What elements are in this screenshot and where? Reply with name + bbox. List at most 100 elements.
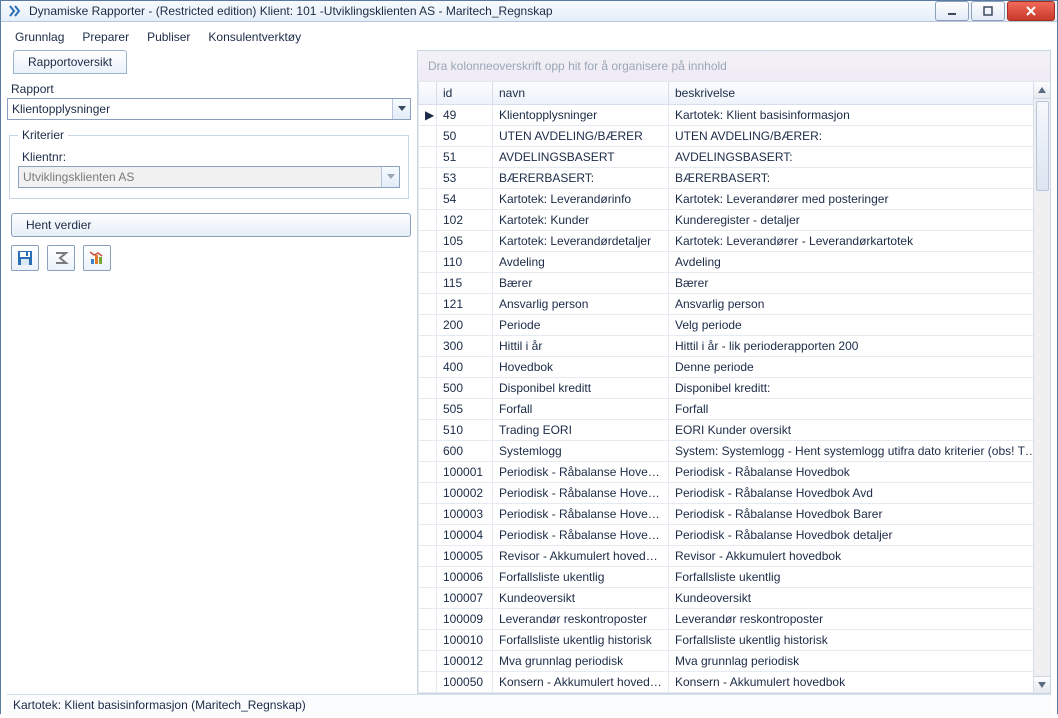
table-row[interactable]: 100006Forfallsliste ukentligForfallslist… — [419, 566, 1050, 587]
table-row[interactable]: 100050Konsern - Akkumulert hovedbokKonse… — [419, 671, 1050, 692]
save-icon[interactable] — [11, 245, 39, 271]
scroll-thumb[interactable] — [1036, 101, 1049, 191]
cell-navn: Konsern - Akkumulert hovedbok — [493, 671, 669, 692]
col-beskrivelse[interactable]: beskrivelse — [669, 82, 1050, 104]
table-row[interactable]: 100007KundeoversiktKundeoversikt — [419, 587, 1050, 608]
cell-id: 200 — [437, 314, 493, 335]
rapport-input[interactable] — [8, 99, 392, 119]
row-marker — [419, 251, 437, 272]
row-marker — [419, 419, 437, 440]
close-button[interactable] — [1007, 1, 1055, 21]
menu-publiser[interactable]: Publiser — [147, 30, 190, 44]
cell-navn: AVDELINGSBASERT — [493, 146, 669, 167]
table-row[interactable]: 500Disponibel kredittDisponibel kreditt: — [419, 377, 1050, 398]
row-marker — [419, 587, 437, 608]
table-row[interactable]: 400HovedbokDenne periode — [419, 356, 1050, 377]
icon-toolbar — [11, 245, 411, 271]
cell-navn: Systemlogg — [493, 440, 669, 461]
sum-icon[interactable] — [47, 245, 75, 271]
status-text: Kartotek: Klient basisinformasjon (Marit… — [13, 698, 306, 712]
table-row[interactable]: 510Trading EORIEORI Kunder oversikt — [419, 419, 1050, 440]
scroll-up-icon[interactable] — [1034, 82, 1050, 99]
col-id[interactable]: id — [437, 82, 493, 104]
table-row[interactable]: 100002Periodisk - Råbalanse Hovedbok ...… — [419, 482, 1050, 503]
hent-verdier-button[interactable]: Hent verdier — [11, 213, 411, 237]
row-marker — [419, 566, 437, 587]
cell-beskrivelse: Hittil i år - lik perioderapporten 200 — [669, 335, 1050, 356]
group-by-hint[interactable]: Dra kolonneoverskrift opp hit for å orga… — [418, 51, 1050, 82]
cell-beskrivelse: Denne periode — [669, 356, 1050, 377]
cell-id: 105 — [437, 230, 493, 251]
cell-beskrivelse: Forfall — [669, 398, 1050, 419]
table-row[interactable]: 100005Revisor - Akkumulert hovedbokRevis… — [419, 545, 1050, 566]
rapport-combobox[interactable] — [7, 98, 411, 120]
table-row[interactable]: 105Kartotek: LeverandørdetaljerKartotek:… — [419, 230, 1050, 251]
menu-grunnlag[interactable]: Grunnlag — [15, 30, 64, 44]
table-row[interactable]: 121Ansvarlig personAnsvarlig person — [419, 293, 1050, 314]
row-marker — [419, 377, 437, 398]
cell-id: 400 — [437, 356, 493, 377]
menu-preparer[interactable]: Preparer — [82, 30, 129, 44]
table-row[interactable]: 100003Periodisk - Råbalanse Hovedbok B..… — [419, 503, 1050, 524]
row-marker — [419, 671, 437, 692]
cell-navn: Avdeling — [493, 251, 669, 272]
row-marker — [419, 209, 437, 230]
cell-navn: Disponibel kreditt — [493, 377, 669, 398]
table-row[interactable]: ▶49KlientopplysningerKartotek: Klient ba… — [419, 104, 1050, 125]
menu-konsulentverktoy[interactable]: Konsulentverktøy — [208, 30, 301, 44]
table-row[interactable]: 300Hittil i årHittil i år - lik perioder… — [419, 335, 1050, 356]
cell-beskrivelse: Kartotek: Leverandører - Leverandørkarto… — [669, 230, 1050, 251]
app-window: Dynamiske Rapporter - (Restricted editio… — [0, 0, 1058, 714]
statusbar: Kartotek: Klient basisinformasjon (Marit… — [7, 694, 1051, 716]
chart-icon[interactable] — [83, 245, 111, 271]
col-navn[interactable]: navn — [493, 82, 669, 104]
cell-id: 121 — [437, 293, 493, 314]
table-row[interactable]: 110AvdelingAvdeling — [419, 251, 1050, 272]
table-row[interactable]: 100001Periodisk - Råbalanse HovedbokPeri… — [419, 461, 1050, 482]
titlebar[interactable]: Dynamiske Rapporter - (Restricted editio… — [1, 1, 1057, 22]
left-panel: Rapportoversikt Rapport Kriterier Klient… — [7, 50, 411, 694]
cell-beskrivelse: AVDELINGSBASERT: — [669, 146, 1050, 167]
cell-id: 100002 — [437, 482, 493, 503]
cell-navn: Revisor - Akkumulert hovedbok — [493, 545, 669, 566]
table-row[interactable]: 50UTEN AVDELING/BÆRERUTEN AVDELING/BÆRER… — [419, 125, 1050, 146]
table-row[interactable]: 51AVDELINGSBASERTAVDELINGSBASERT: — [419, 146, 1050, 167]
cell-id: 100009 — [437, 608, 493, 629]
cell-beskrivelse: Periodisk - Råbalanse Hovedbok — [669, 461, 1050, 482]
table-row[interactable]: 100012Mva grunnlag periodiskMva grunnlag… — [419, 650, 1050, 671]
chevron-down-icon[interactable] — [392, 99, 410, 119]
cell-navn: Forfallsliste ukentlig historisk — [493, 629, 669, 650]
table-row[interactable]: 200PeriodeVelg periode — [419, 314, 1050, 335]
cell-beskrivelse: Kunderegister - detaljer — [669, 209, 1050, 230]
minimize-button[interactable] — [935, 1, 969, 21]
table-row[interactable]: 54Kartotek: LeverandørinfoKartotek: Leve… — [419, 188, 1050, 209]
cell-navn: UTEN AVDELING/BÆRER — [493, 125, 669, 146]
table-row[interactable]: 100004Periodisk - Råbalanse Hovedbok d..… — [419, 524, 1050, 545]
table-row[interactable]: 53BÆRERBASERT:BÆRERBASERT: — [419, 167, 1050, 188]
menubar: Grunnlag Preparer Publiser Konsulentverk… — [7, 26, 1051, 50]
table-row[interactable]: 115BærerBærer — [419, 272, 1050, 293]
row-marker — [419, 272, 437, 293]
cell-id: 500 — [437, 377, 493, 398]
tab-rapportoversikt[interactable]: Rapportoversikt — [13, 50, 127, 74]
cell-beskrivelse: Disponibel kreditt: — [669, 377, 1050, 398]
cell-navn: Periodisk - Råbalanse Hovedbok — [493, 461, 669, 482]
table-row[interactable]: 600SystemloggSystem: Systemlogg - Hent s… — [419, 440, 1050, 461]
cell-navn: Bærer — [493, 272, 669, 293]
cell-navn: Periodisk - Råbalanse Hovedbok B... — [493, 503, 669, 524]
row-marker — [419, 629, 437, 650]
cell-beskrivelse: Periodisk - Råbalanse Hovedbok Avd — [669, 482, 1050, 503]
table-row[interactable]: 100009Leverandør reskontroposterLeverand… — [419, 608, 1050, 629]
table-row[interactable]: 505ForfallForfall — [419, 398, 1050, 419]
report-grid[interactable]: id navn beskrivelse ▶49Klientopplysninge… — [418, 82, 1050, 693]
maximize-button[interactable] — [971, 1, 1005, 21]
cell-navn: Trading EORI — [493, 419, 669, 440]
cell-id: 100003 — [437, 503, 493, 524]
cell-beskrivelse: Periodisk - Råbalanse Hovedbok detaljer — [669, 524, 1050, 545]
label-rapport: Rapport — [11, 82, 411, 96]
vertical-scrollbar[interactable] — [1033, 82, 1050, 693]
table-row[interactable]: 102Kartotek: KunderKunderegister - detal… — [419, 209, 1050, 230]
scroll-down-icon[interactable] — [1034, 676, 1050, 693]
table-row[interactable]: 100010Forfallsliste ukentlig historiskFo… — [419, 629, 1050, 650]
col-marker[interactable] — [419, 82, 437, 104]
